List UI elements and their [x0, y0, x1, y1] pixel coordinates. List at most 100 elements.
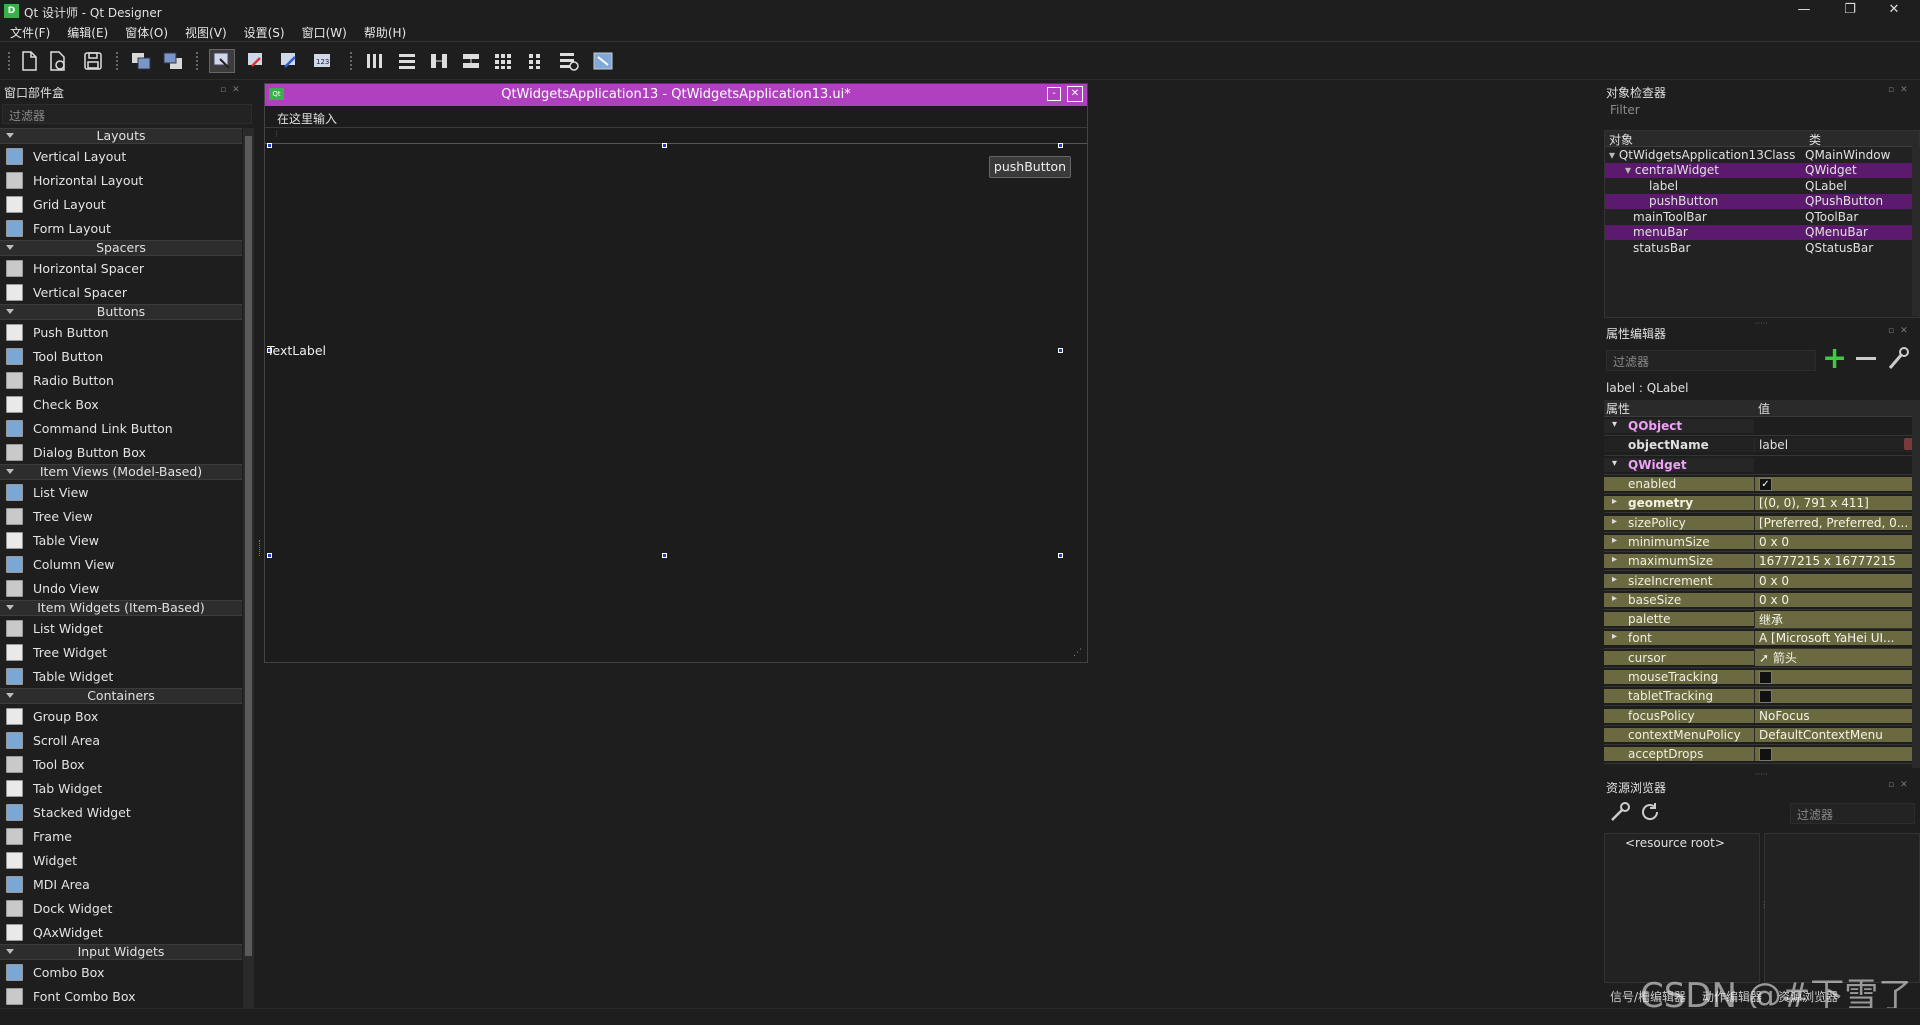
property-value[interactable]: label [1754, 438, 1920, 453]
widget-item[interactable]: List Widget [0, 616, 242, 640]
widget-item[interactable]: Vertical Layout [0, 144, 242, 168]
selection-handle[interactable] [1058, 143, 1063, 148]
property-row[interactable]: maximumSize 16777215 x 16777215 [1604, 552, 1920, 572]
object-tree-row[interactable]: label QLabel [1605, 178, 1919, 194]
widget-item[interactable]: Grid Layout [0, 192, 242, 216]
property-value[interactable]: A [Microsoft YaHei UI... [1754, 631, 1920, 646]
widget-item[interactable]: Dialog Button Box [0, 440, 242, 464]
widget-item[interactable]: Table View [0, 528, 242, 552]
open-file-icon[interactable] [45, 49, 71, 73]
form-close-button[interactable]: ✕ [1067, 86, 1083, 102]
property-row[interactable]: baseSize 0 x 0 [1604, 591, 1920, 610]
send-to-back-icon[interactable] [128, 49, 154, 73]
layout-form-icon[interactable] [522, 49, 548, 73]
property-row[interactable]: minimumSize 0 x 0 [1604, 533, 1920, 553]
property-checkbox[interactable] [1759, 748, 1772, 762]
widget-item[interactable]: Column View [0, 552, 242, 576]
property-value[interactable] [1754, 747, 1920, 762]
widget-item[interactable]: Horizontal Layout [0, 168, 242, 192]
widget-item[interactable]: Vertical Spacer [0, 280, 242, 304]
property-checkbox[interactable] [1759, 671, 1772, 684]
expand-arrow-icon[interactable]: ▾ [1609, 148, 1619, 162]
menu-file[interactable]: 文件(F) [0, 22, 57, 41]
widget-item[interactable]: Tree Widget [0, 640, 242, 664]
widget-item[interactable]: Table Widget [0, 664, 242, 688]
resize-grip-icon[interactable]: ⋰ [1073, 648, 1082, 658]
widget-item[interactable]: Command Link Button [0, 416, 242, 440]
break-layout-icon[interactable] [556, 49, 582, 73]
property-value[interactable]: [Preferred, Preferred, 0... [1754, 515, 1920, 530]
property-value[interactable]: ➚ 箭头 [1754, 649, 1920, 667]
property-row[interactable]: sizePolicy [Preferred, Preferred, 0... [1604, 513, 1920, 533]
property-value[interactable]: DefaultContextMenu [1754, 727, 1920, 742]
menu-form[interactable]: 窗体(O) [115, 22, 175, 41]
resource-filter[interactable]: 过滤器 [1790, 803, 1915, 824]
object-tree-row[interactable]: mainToolBar QToolBar [1605, 209, 1919, 225]
layout-horizontal-icon[interactable] [362, 49, 388, 73]
widget-item[interactable]: Stacked Widget [0, 800, 242, 824]
col-property[interactable]: 属性 [1604, 400, 1754, 416]
property-row[interactable]: palette 继承 [1604, 610, 1920, 630]
widget-item[interactable]: QAxWidget [0, 920, 242, 944]
reload-icon[interactable] [1638, 800, 1662, 828]
restore-icon[interactable]: ❐ [1838, 2, 1862, 17]
selection-handle[interactable] [1058, 348, 1063, 353]
property-value[interactable]: 0 x 0 [1754, 592, 1920, 607]
selection-handle[interactable] [662, 143, 667, 148]
dock-splitter[interactable]: ····· [1755, 319, 1768, 328]
category-4[interactable]: Item Widgets (Item-Based) [0, 600, 242, 616]
layout-grid-icon[interactable] [490, 49, 516, 73]
property-checkbox[interactable] [1759, 690, 1772, 704]
form-menu-placeholder[interactable]: 在这里输入 [277, 110, 337, 127]
object-tree-row[interactable]: statusBar QStatusBar [1605, 240, 1919, 256]
object-inspector-filter[interactable]: Filter [1604, 101, 1920, 121]
widget-item[interactable]: Radio Button [0, 368, 242, 392]
widget-item[interactable]: Dock Widget [0, 896, 242, 920]
configure-icon[interactable] [1886, 346, 1910, 376]
col-value[interactable]: 值 [1754, 400, 1770, 416]
property-row[interactable]: tabletTracking [1604, 687, 1920, 707]
bring-to-front-icon[interactable] [160, 49, 186, 73]
property-row[interactable]: enabled ✓ [1604, 475, 1920, 495]
widget-box-scrollbar[interactable] [243, 128, 254, 1008]
property-row[interactable]: contextMenuPolicy DefaultContextMenu [1604, 726, 1920, 746]
selection-handle[interactable] [1058, 553, 1063, 558]
toolbar-grip[interactable] [8, 52, 10, 70]
widget-item[interactable]: Undo View [0, 576, 242, 600]
new-file-icon[interactable] [16, 49, 42, 73]
property-objectname[interactable]: objectName label [1604, 436, 1920, 456]
property-value[interactable]: [(0, 0), 791 x 411] [1754, 496, 1920, 511]
category-5[interactable]: Containers [0, 688, 242, 704]
widget-item[interactable]: Form Layout [0, 216, 242, 240]
edit-tab-order-icon[interactable]: 123 [310, 49, 336, 73]
selection-handle[interactable] [662, 553, 667, 558]
widget-item[interactable]: Tool Box [0, 752, 242, 776]
widget-item[interactable]: List View [0, 480, 242, 504]
property-value[interactable] [1754, 670, 1920, 684]
dock-float-close-icons[interactable]: ▫✕ [220, 85, 246, 95]
widget-item[interactable]: Widget [0, 848, 242, 872]
remove-property-icon[interactable] [1856, 357, 1876, 360]
property-value[interactable]: 0 x 0 [1754, 573, 1920, 588]
resource-root[interactable]: <resource root> [1605, 834, 1759, 850]
property-row[interactable]: sizeIncrement 0 x 0 [1604, 571, 1920, 591]
menu-edit[interactable]: 编辑(E) [57, 22, 115, 41]
dock-float-close-icons[interactable]: ▫✕ [1888, 780, 1914, 790]
category-2[interactable]: Buttons [0, 304, 242, 320]
property-row[interactable]: cursor ➚ 箭头 [1604, 649, 1920, 668]
property-value[interactable]: 0 x 0 [1754, 534, 1920, 549]
widget-item[interactable]: Horizontal Spacer [0, 256, 242, 280]
object-tree-scrollbar[interactable] [1912, 146, 1920, 316]
widget-item[interactable]: Scroll Area [0, 728, 242, 752]
layout-v-splitter-icon[interactable] [458, 49, 484, 73]
widget-item[interactable]: Font Combo Box [0, 984, 242, 1008]
property-row[interactable]: geometry [(0, 0), 791 x 411] [1604, 494, 1920, 514]
object-tree-row[interactable]: ▾ QtWidgetsApplication13Class QMainWindow [1605, 147, 1919, 163]
widget-item[interactable]: Tree View [0, 504, 242, 528]
object-tree-row[interactable]: menuBar QMenuBar [1605, 224, 1919, 240]
adjust-size-icon[interactable] [590, 49, 616, 73]
menu-help[interactable]: 帮助(H) [354, 22, 413, 41]
widget-item[interactable]: Push Button [0, 320, 242, 344]
edit-resources-icon[interactable] [1608, 800, 1632, 828]
property-value[interactable]: 继承 [1754, 610, 1920, 628]
